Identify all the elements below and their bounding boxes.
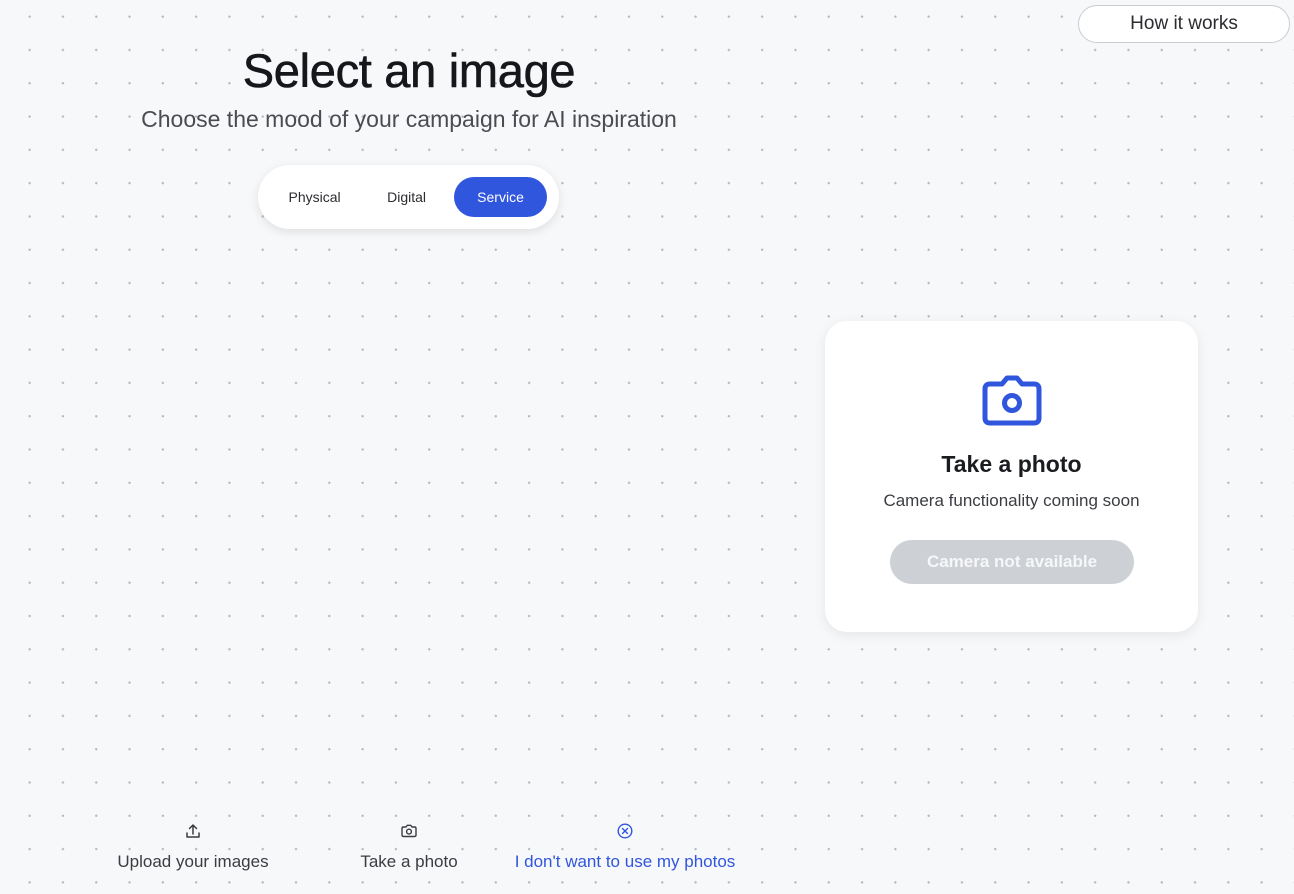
upload-images-option[interactable]: Upload your images [108, 822, 278, 880]
card-subtitle: Camera functionality coming soon [883, 491, 1140, 510]
upload-images-label: Upload your images [117, 852, 269, 871]
camera-icon [982, 375, 1042, 426]
how-it-works-button[interactable]: How it works [1078, 5, 1290, 43]
page-title: Select an image [242, 44, 576, 98]
take-photo-option[interactable]: Take a photo [344, 822, 474, 880]
close-circle-icon [617, 823, 633, 839]
no-photos-label: I don't want to use my photos [514, 852, 736, 871]
segment-physical[interactable]: Physical [270, 177, 359, 217]
camera-icon [401, 824, 417, 838]
upload-icon [186, 824, 200, 838]
take-photo-label: Take a photo [360, 852, 458, 871]
take-photo-card: Take a photo Camera functionality coming… [825, 321, 1198, 632]
camera-not-available-button[interactable]: Camera not available [890, 540, 1134, 584]
page-subtitle: Choose the mood of your campaign for AI … [141, 106, 677, 132]
segment-digital[interactable]: Digital [359, 177, 454, 217]
product-type-segmented-control: Physical Digital Service [258, 165, 559, 229]
no-photos-option[interactable]: I don't want to use my photos [495, 822, 755, 880]
segment-service[interactable]: Service [454, 177, 548, 217]
card-title: Take a photo [941, 451, 1082, 477]
